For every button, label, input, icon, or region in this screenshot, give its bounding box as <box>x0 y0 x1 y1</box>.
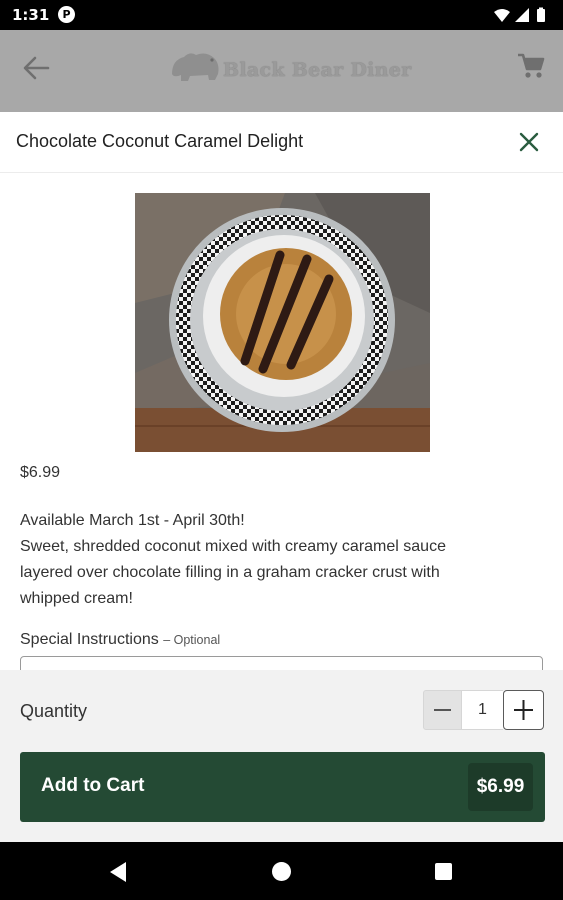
status-bar: 1:31 P <box>0 0 563 30</box>
description-line: Sweet, shredded coconut mixed with cream… <box>20 538 446 555</box>
plus-icon <box>514 700 533 720</box>
description-line: Available March 1st - April 30th! <box>20 512 245 529</box>
minus-icon <box>434 709 451 711</box>
item-price: $6.99 <box>20 464 61 481</box>
increase-quantity-button[interactable] <box>503 690 544 730</box>
wifi-icon <box>494 9 510 22</box>
notification-badge-icon: P <box>58 6 75 23</box>
order-footer: Quantity 1 Add to Cart $6.99 <box>0 670 563 842</box>
description-line: whipped cream! <box>20 590 133 607</box>
battery-icon <box>537 9 545 22</box>
add-to-cart-label: Add to Cart <box>41 775 145 796</box>
item-title: Chocolate Coconut Caramel Delight <box>16 131 304 151</box>
add-to-cart-button[interactable]: Add to Cart $6.99 <box>20 752 545 822</box>
cart-icon[interactable] <box>517 50 545 80</box>
quantity-label: Quantity <box>20 701 88 721</box>
signal-icon <box>515 8 529 22</box>
brand-name: Black Bear Diner <box>223 59 412 81</box>
quantity-value: 1 <box>462 690 503 730</box>
status-icons <box>494 7 545 22</box>
item-description: Available March 1st - April 30th! Sweet,… <box>20 508 545 612</box>
item-detail-sheet: Chocolate Coconut Caramel Delight $6.99 <box>0 112 563 842</box>
system-nav-bar <box>0 842 563 900</box>
status-time: 1:31 <box>12 6 50 24</box>
optional-hint: – Optional <box>163 633 221 647</box>
sheet-header: Chocolate Coconut Caramel Delight <box>0 112 563 173</box>
nav-back-icon[interactable] <box>108 861 128 883</box>
special-instructions-title: Special Instructions <box>20 631 159 648</box>
decrease-quantity-button[interactable] <box>423 690 462 730</box>
close-icon[interactable] <box>517 130 541 154</box>
brand-logo: Black Bear Diner <box>168 46 411 92</box>
back-arrow-icon[interactable] <box>18 50 54 86</box>
app-header: Black Bear Diner <box>0 30 563 112</box>
nav-home-icon[interactable] <box>272 862 291 881</box>
description-line: layered over chocolate filling in a grah… <box>20 564 440 581</box>
nav-recents-icon[interactable] <box>435 863 452 880</box>
bear-logo-icon <box>172 53 219 81</box>
product-photo <box>135 193 430 452</box>
special-instructions-label: Special Instructions – Optional <box>20 631 220 649</box>
quantity-stepper: 1 <box>423 690 544 730</box>
add-to-cart-price: $6.99 <box>468 763 533 811</box>
